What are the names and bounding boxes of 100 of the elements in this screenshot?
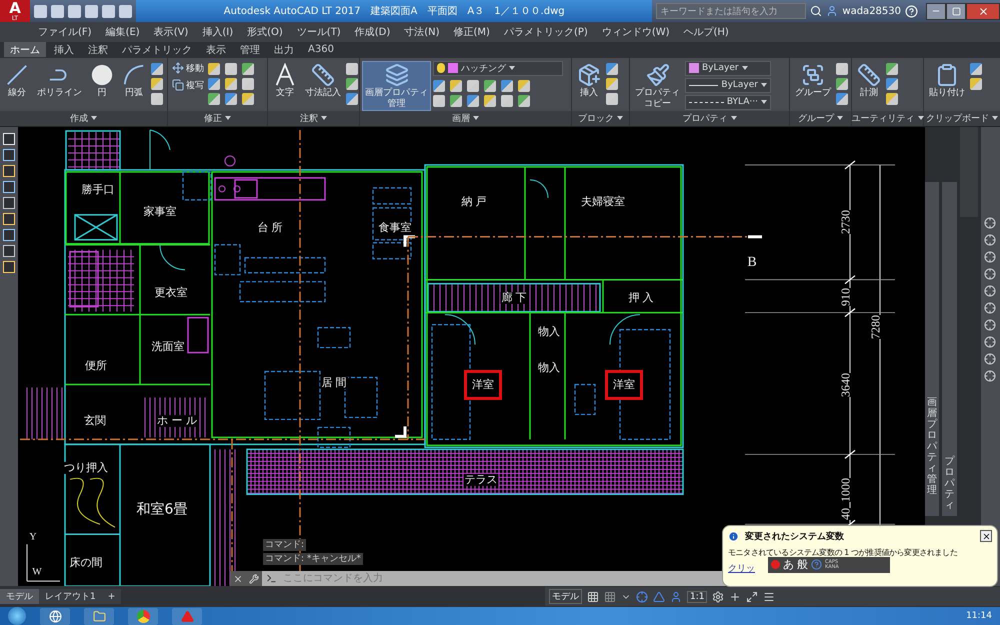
notification-message: モニタされているシステム変数の 1 つが推奨値から変更されました — [728, 546, 958, 558]
ribbon-tab[interactable]: 出力 — [268, 42, 300, 58]
ribbon-tool[interactable]: 挿入 — [574, 60, 604, 111]
dimension-text: 1000 — [838, 478, 854, 502]
dimension-text: 40 — [838, 508, 854, 520]
model-space-button[interactable]: モデル — [549, 589, 582, 604]
room-label: 更衣室 — [154, 286, 188, 299]
menu-item[interactable]: 形式(O) — [247, 24, 283, 39]
notification-link[interactable]: クリッ — [728, 562, 755, 575]
ribbon-tool[interactable]: 寸法記入 — [302, 60, 344, 111]
room-label: 廊 下 — [500, 292, 528, 304]
room-label: つり押入 — [63, 462, 109, 474]
menu-item[interactable]: 修正(M) — [454, 24, 490, 39]
panel-title[interactable]: 修正 — [168, 110, 267, 126]
menu-item[interactable]: ウィンドウ(W) — [602, 24, 670, 39]
ribbon-tab[interactable]: 管理 — [234, 42, 266, 58]
menu-item[interactable]: ファイル(F) — [38, 24, 92, 39]
user-name[interactable]: wada28530 — [842, 6, 901, 16]
ribbon-tool[interactable]: 計測 — [854, 60, 884, 111]
palette-bar[interactable]: 画層プロパティ管理 — [925, 182, 940, 516]
ribbon-tab[interactable]: 表示 — [200, 42, 232, 58]
menu-item[interactable]: 表示(V) — [154, 24, 188, 39]
ribbon-tab[interactable]: 注釈 — [82, 42, 114, 58]
menu-item[interactable]: 挿入(I) — [202, 24, 234, 39]
palette-title: 画層プロパティ管理 — [927, 397, 938, 496]
room-label: 食事室 — [378, 222, 412, 234]
menu-item[interactable]: 作成(D) — [354, 24, 390, 39]
clock: 11:14 — [966, 611, 992, 621]
window-title: Autodesk AutoCAD LT 2017 建築図面A 平面図 A３ 1／１００.dwg — [136, 0, 652, 22]
ribbon-tool[interactable]: 貼り付け — [926, 60, 968, 111]
dimension-text: 2730 — [838, 210, 854, 234]
dropdown-value: ハッチング — [461, 62, 506, 75]
room-label: 勝手口 — [80, 184, 116, 196]
ribbon-tab[interactable]: ホーム — [4, 42, 46, 58]
ribbon-tool[interactable]: ポリライン — [34, 60, 85, 111]
room-label: 便所 — [84, 360, 108, 372]
palette-bar[interactable]: プロパティ — [942, 182, 957, 516]
panel-title[interactable]: ブロック — [572, 110, 629, 126]
room-label: 物入 — [537, 362, 561, 374]
dropdown-field[interactable]: ByLayer — [685, 78, 771, 93]
room-label: 和室6畳 — [136, 502, 188, 518]
ribbon-tool[interactable]: グループ — [792, 60, 834, 111]
room-label: 台 所 — [256, 222, 284, 234]
ribbon-tool[interactable]: 文字 — [270, 60, 300, 111]
ribbon-tab[interactable]: A360 — [302, 42, 340, 58]
axis-label: Y — [29, 531, 37, 542]
ribbon-tool[interactable]: 複写 — [170, 78, 206, 93]
room-label: ホ ー ル — [156, 414, 198, 427]
menu-item[interactable]: 編集(E) — [106, 24, 140, 39]
room-label: 物入 — [537, 326, 561, 338]
notification-title: 変更されたシステム変数 — [745, 530, 844, 543]
command-input[interactable]: ここにコマンドを入力 — [281, 572, 481, 586]
ribbon-tool[interactable]: 移動 — [170, 60, 206, 76]
dropdown-value: ByLayer — [721, 80, 758, 90]
panel-title[interactable]: クリップボード — [924, 110, 1000, 126]
room-label: 洋室 — [605, 370, 643, 400]
room-label: 家事室 — [142, 206, 178, 218]
ribbon-tab[interactable]: 挿入 — [48, 42, 80, 58]
dropdown-value: BYLA··· — [726, 97, 758, 108]
panel-title[interactable]: プロパティ — [630, 110, 789, 126]
room-label: 玄関 — [83, 414, 107, 427]
room-label: 洗面室 — [150, 340, 186, 353]
dropdown-field[interactable]: ByLayer — [685, 60, 771, 76]
ribbon-tool[interactable]: プロパティ コピー — [632, 60, 683, 111]
axis-label: W — [32, 566, 42, 578]
panel-title[interactable]: ユーティリティ — [852, 110, 923, 126]
ribbon-tool[interactable]: 画層プロパティ 管理 — [362, 60, 431, 111]
palette-title: プロパティ — [944, 456, 955, 512]
menu-item[interactable]: ツール(T) — [296, 24, 341, 39]
room-label: 床の間 — [68, 556, 104, 569]
dimension-text: 7280 — [868, 314, 884, 339]
room-label: 居 間 — [320, 376, 348, 389]
section-mark: B — [747, 254, 757, 271]
room-label: 納 戸 — [460, 196, 488, 208]
layout-tab[interactable]: モデル — [0, 589, 39, 604]
layout-tab[interactable]: レイアウト1 — [39, 589, 102, 604]
panel-title[interactable]: 注釈 — [268, 110, 359, 126]
room-label: 押 入 — [627, 292, 655, 304]
add-tab-button[interactable]: + — [102, 589, 122, 604]
panel-title[interactable]: グループ — [790, 110, 851, 126]
room-label: 洋室 — [464, 370, 502, 400]
panel-title[interactable]: 作成 — [0, 110, 167, 126]
panel-title[interactable]: 画層 — [360, 110, 571, 126]
menu-item[interactable]: 寸法(N) — [404, 24, 440, 39]
menu-item[interactable]: ヘルプ(H) — [684, 24, 729, 39]
ribbon-tool[interactable]: 円 — [87, 60, 117, 111]
room-label: テラス — [464, 474, 498, 486]
ribbon-tool[interactable]: 円弧 — [119, 60, 149, 111]
dropdown-field[interactable]: ハッチング — [433, 60, 563, 76]
ime-dictionary[interactable]: 般 — [797, 557, 808, 572]
dropdown-value: ByLayer — [702, 63, 739, 74]
menu-item[interactable]: パラメトリック(P) — [504, 24, 588, 39]
ribbon-tab[interactable]: パラメトリック — [116, 42, 198, 58]
dimension-text: 910 — [838, 288, 854, 306]
search-field[interactable]: キーワードまたは語句を入力 — [656, 3, 806, 19]
ribbon-tool[interactable]: 線分 — [2, 60, 32, 111]
ime-mode[interactable]: あ — [783, 557, 794, 572]
dropdown-field[interactable]: BYLA··· — [685, 94, 771, 110]
room-label: 夫婦寝室 — [580, 196, 626, 208]
scale-button[interactable]: 1:1 — [687, 590, 708, 603]
